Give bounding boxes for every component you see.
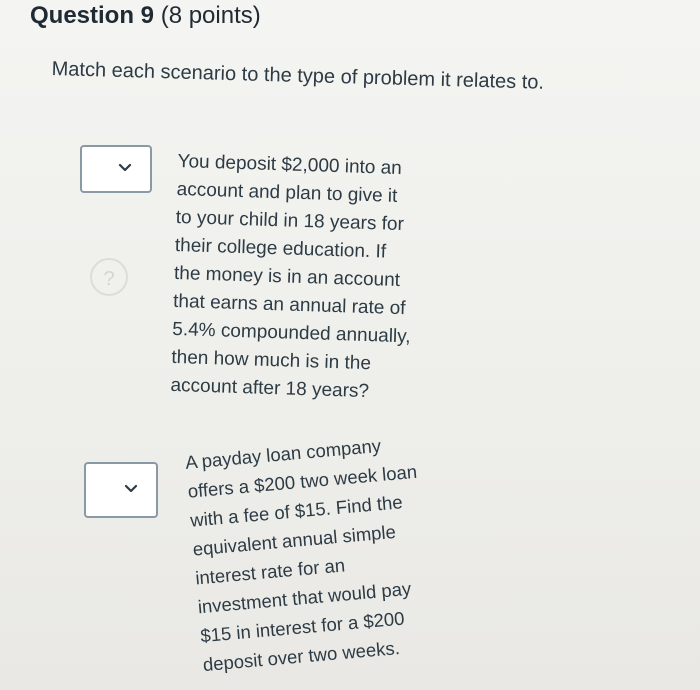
- question-title: Question 9: [30, 2, 155, 29]
- answer-select[interactable]: [84, 462, 158, 518]
- question-header: Question 9 (8 points): [30, 2, 261, 30]
- question-points: (8 points): [160, 2, 261, 29]
- scenario-text: You deposit $2,000 into an account and p…: [170, 150, 411, 403]
- chevron-down-icon: [124, 484, 138, 493]
- question-instructions: Match each scenario to the type of probl…: [51, 58, 545, 94]
- scenario-text: A payday loan company offers a $200 two …: [184, 434, 418, 676]
- chevron-down-icon: [118, 163, 132, 172]
- quiz-page: Question 9 (8 points) Match each scenari…: [0, 0, 700, 690]
- unanswered-marker-icon: ?: [90, 258, 128, 296]
- answer-select[interactable]: [80, 145, 152, 193]
